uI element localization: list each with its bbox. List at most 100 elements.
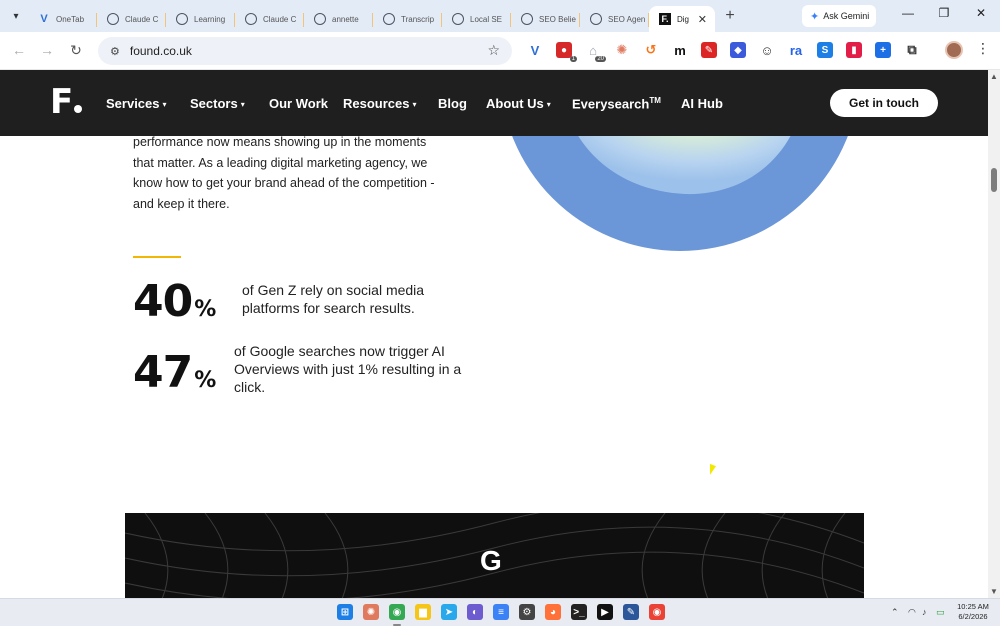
- app-glyph: ▶: [601, 606, 609, 618]
- app-icon[interactable]: ◐: [467, 604, 483, 620]
- extension-glyph: m: [674, 42, 686, 58]
- terminal-icon[interactable]: >_: [571, 604, 587, 620]
- clock-time: 10:25 AM: [957, 602, 989, 611]
- windows-start-icon[interactable]: ⊞: [337, 604, 353, 620]
- globe-icon: [107, 13, 119, 25]
- browser-tab[interactable]: V OneTab: [28, 6, 97, 32]
- plus-extension-icon[interactable]: +: [875, 42, 891, 58]
- close-tab-icon[interactable]: ✕: [698, 13, 707, 26]
- nav-resources[interactable]: Resources ▾: [343, 96, 417, 111]
- browser-tab[interactable]: SEO Belie: [511, 6, 580, 32]
- nav-label: Resources: [343, 96, 410, 111]
- get-in-touch-button[interactable]: Get in touch: [830, 89, 938, 117]
- notepad-icon[interactable]: ≡: [493, 604, 509, 620]
- globe-icon: [383, 13, 395, 25]
- scroll-down-arrow-icon[interactable]: ▼: [990, 587, 998, 596]
- intro-line: performance now means showing up in the …: [133, 136, 427, 149]
- onetab-icon: V: [38, 13, 50, 25]
- tab-title: Transcrip: [401, 14, 435, 24]
- nav-about-us[interactable]: About Us ▾: [486, 96, 551, 111]
- reload-icon[interactable]: ↻: [67, 42, 85, 59]
- tab-title: Claude C: [263, 14, 297, 24]
- extension-glyph: ✎: [704, 44, 714, 56]
- new-tab-button[interactable]: +: [717, 3, 743, 29]
- nav-sectors[interactable]: Sectors ▾: [190, 96, 245, 111]
- intro-line: know how to get your brand ahead of the …: [133, 176, 435, 190]
- browser-tab[interactable]: annette: [304, 6, 373, 32]
- browser-tab[interactable]: SEO Agen: [580, 6, 649, 32]
- restore-button[interactable]: ❐: [934, 6, 954, 20]
- ask-gemini-button[interactable]: ✦ Ask Gemini: [802, 5, 876, 27]
- tab-title: OneTab: [56, 14, 85, 24]
- browser-menu-icon[interactable]: ⋮: [976, 40, 990, 57]
- forward-arrow-icon[interactable]: →: [38, 42, 56, 58]
- home-extension-icon[interactable]: ⌂ 20: [585, 42, 606, 62]
- blue-extension-icon[interactable]: ◆: [730, 42, 746, 58]
- scroll-thumb[interactable]: [991, 168, 997, 192]
- browser-tab[interactable]: Transcrip: [373, 6, 442, 32]
- bookmark-star-icon[interactable]: ☆: [487, 42, 500, 59]
- media-player-icon[interactable]: ▶: [597, 604, 613, 620]
- address-bar[interactable]: ⚙ found.co.uk ☆: [98, 37, 512, 65]
- battery-icon[interactable]: ▭: [936, 607, 945, 618]
- back-arrow-icon[interactable]: ←: [10, 42, 28, 58]
- browser-tab[interactable]: F. Dig ✕: [649, 6, 715, 32]
- nav-label: AI Hub: [681, 96, 723, 111]
- globe-icon: [521, 13, 533, 25]
- extension-glyph: ✺: [616, 42, 628, 57]
- tray-chevron-icon[interactable]: ⌃: [891, 607, 899, 618]
- m-extension-icon[interactable]: m: [672, 42, 688, 58]
- red-pen-extension-icon[interactable]: ✎: [701, 42, 717, 58]
- scroll-up-arrow-icon[interactable]: ▲: [990, 72, 998, 81]
- dark-grid-panel: G: [125, 513, 864, 598]
- chrome-alt-icon[interactable]: ◉: [649, 604, 665, 620]
- intro-paragraph: performance now means showing up in the …: [133, 136, 443, 214]
- extension-glyph: ⧉: [907, 42, 917, 57]
- gear-app-icon[interactable]: ⚙: [519, 604, 535, 620]
- nav-our-work[interactable]: Our Work: [269, 96, 328, 111]
- site-header: F Services ▾ Sectors ▾ Our Work Resources ▾ Blo…: [0, 70, 988, 136]
- wifi-icon[interactable]: ◠: [908, 607, 916, 618]
- browser-tab[interactable]: Local SE: [442, 6, 511, 32]
- nav-ai-hub[interactable]: AI Hub: [681, 96, 723, 111]
- site-settings-icon[interactable]: ⚙: [110, 45, 120, 58]
- nav-label: Our Work: [269, 96, 328, 111]
- tab-title: Learning: [194, 14, 226, 24]
- nav-services[interactable]: Services ▾: [106, 96, 167, 111]
- smiley-extension-icon[interactable]: ☺: [759, 42, 775, 58]
- chevron-down-icon: ▾: [162, 100, 167, 109]
- chevron-down-icon: ▾: [240, 100, 245, 109]
- volume-icon[interactable]: ♪: [922, 607, 927, 617]
- claude-extension-icon[interactable]: ✺: [614, 42, 630, 58]
- claude-app-icon[interactable]: ✺: [363, 604, 379, 620]
- circle-extension-icon[interactable]: S: [817, 42, 833, 58]
- tab-search-chevron-icon[interactable]: ▾: [4, 4, 28, 28]
- profile-avatar[interactable]: [945, 41, 963, 59]
- orange-extension-icon[interactable]: ↺: [643, 42, 659, 58]
- chrome-icon[interactable]: ◉: [389, 604, 405, 620]
- browser-tab[interactable]: Claude C: [235, 6, 304, 32]
- system-clock[interactable]: 10:25 AM 6/2/2026: [953, 602, 993, 622]
- puzzle-icon[interactable]: ⧉: [904, 42, 920, 58]
- red-extension-icon[interactable]: ● 1: [556, 42, 577, 62]
- page-scrollbar[interactable]: ▲ ▼: [988, 70, 1000, 598]
- extension-glyph: +: [880, 44, 886, 56]
- browser-tab[interactable]: Claude C: [97, 6, 166, 32]
- file-explorer-icon[interactable]: ▆: [415, 604, 431, 620]
- minimize-button[interactable]: —: [898, 6, 918, 20]
- windows-taskbar: ⊞ ✺ ◉ ▆ ➤ ◐ ≡ ⚙ ◕ >_ ▶ ✎ ◉ ⌃ ◠ ♪ ▭ 10:25 AM 6/2/2026: [0, 598, 1000, 626]
- v-extension-icon[interactable]: V: [527, 42, 543, 58]
- accent-divider: [133, 256, 181, 258]
- close-window-button[interactable]: ✕: [971, 6, 991, 20]
- chevron-down-icon: ▾: [412, 100, 417, 109]
- nav-blog[interactable]: Blog: [438, 96, 467, 111]
- editor-icon[interactable]: ✎: [623, 604, 639, 620]
- found-logo[interactable]: F: [50, 85, 83, 119]
- pink-extension-icon[interactable]: ▮: [846, 42, 862, 58]
- browser-tab[interactable]: Learning: [166, 6, 235, 32]
- firefox-icon[interactable]: ◕: [545, 604, 561, 620]
- chevron-down-icon: ▾: [546, 100, 551, 109]
- telegram-icon[interactable]: ➤: [441, 604, 457, 620]
- nav-everysearch[interactable]: EverysearchTM: [572, 96, 661, 111]
- ra-extension-icon[interactable]: ra: [788, 42, 804, 58]
